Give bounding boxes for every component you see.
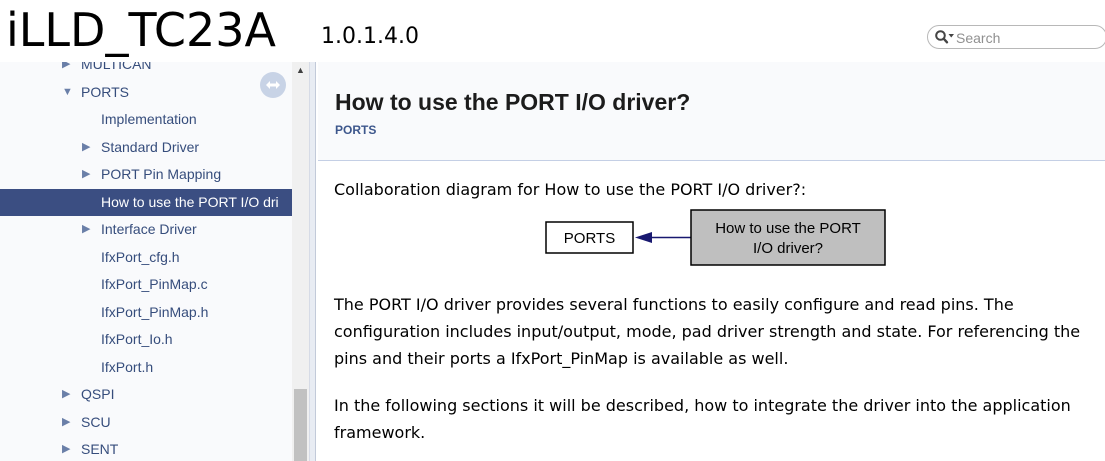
sidebar-item-label: PORT Pin Mapping [101,166,222,182]
sidebar-item-ifxport-cfg-h[interactable]: IfxPort_cfg.h [0,244,292,271]
project-name: iLLD_TC23A [6,3,276,57]
sidebar-item-label: SENT [81,441,119,457]
project-version: 1.0.1.4.0 [321,24,419,49]
page-title: How to use the PORT I/O driver? [335,89,691,115]
diagram-node-ports[interactable]: PORTS [545,221,634,254]
description-paragraph: The PORT I/O driver provides several fun… [334,295,1081,368]
search-icon[interactable] [934,29,956,45]
sync-icon[interactable] [258,70,288,100]
doc-content: How to use the PORT I/O driver? PORTS Co… [318,62,1105,461]
expand-arrow-icon[interactable]: ▶ [82,134,90,161]
sidebar-item-label: Standard Driver [101,139,200,155]
diagram-arrowhead [635,232,652,243]
expand-arrow-icon[interactable]: ▶ [82,216,90,243]
expand-arrow-icon[interactable]: ▶ [62,436,70,461]
top-header: iLLD_TC23A 1.0.1.4.0 [0,0,1105,62]
sidebar-item-standard-driver[interactable]: ▶ Standard Driver [0,134,292,161]
nav-tree: ▶ MULTICAN ▼ PORTS Implementation ▶ Stan… [0,62,292,461]
sync-toc-button[interactable] [258,70,288,100]
expand-arrow-icon[interactable]: ▶ [62,381,70,408]
expand-arrow-icon[interactable]: ▶ [82,161,90,188]
sidebar-item-ports[interactable]: ▼ PORTS [0,79,292,106]
sidebar-item-ifxport-io-h[interactable]: IfxPort_Io.h [0,326,292,353]
search-input[interactable] [956,28,1096,47]
scroll-up-arrow-icon[interactable]: ▲ [296,66,305,75]
sidebar-item-label: IfxPort_Io.h [101,331,173,347]
diagram-node-label-line1: How to use the PORT [715,220,861,237]
sidebar-item-multican[interactable]: ▶ MULTICAN [0,62,292,78]
sidebar-splitter-handle[interactable] [309,62,316,461]
sidebar-item-label: IfxPort_cfg.h [101,249,180,265]
doc-header: How to use the PORT I/O driver? PORTS [318,62,1105,161]
search-box[interactable] [927,25,1105,49]
sidebar-item-label: PORTS [81,84,129,100]
sidebar-item-port-pin-mapping[interactable]: ▶ PORT Pin Mapping [0,161,292,188]
expand-arrow-icon[interactable]: ▶ [62,62,70,78]
sidebar-item-sent[interactable]: ▶ SENT [0,436,292,461]
sidebar-item-label: IfxPort_PinMap.h [101,304,209,320]
scrollbar-thumb[interactable] [294,389,307,461]
sidebar-item-ifxport-pinmap-h[interactable]: IfxPort_PinMap.h [0,299,292,326]
sidebar-item-qspi[interactable]: ▶ QSPI [0,381,292,408]
sidebar-item-label: How to use the PORT I/O dri [101,194,279,210]
collaboration-caption: Collaboration diagram for How to use the… [334,180,807,199]
sidebar-item-label: MULTICAN [81,62,152,72]
sidebar-item-interface-driver[interactable]: ▶ Interface Driver [0,216,292,243]
collapse-arrow-icon[interactable]: ▼ [62,79,73,106]
sidebar-item-label: Implementation [101,111,197,127]
sidebar-item-ifxport-h[interactable]: IfxPort.h [0,354,292,381]
collaboration-diagram: PORTS How to use the PORT I/O driver? [545,209,886,266]
sidebar-scrollbar[interactable]: ▲ [292,62,309,461]
sidebar-item-implementation[interactable]: Implementation [0,106,292,133]
expand-arrow-icon[interactable]: ▶ [62,409,70,436]
diagram-node-ports-label: PORTS [564,230,615,247]
sidebar-item-label: QSPI [81,386,115,402]
sidebar-item-label: IfxPort.h [101,359,154,375]
diagram-node-how-to-use: How to use the PORT I/O driver? [690,209,886,266]
description-paragraph: In the following sections it will be des… [334,396,1071,442]
ingroup-link[interactable]: PORTS [335,123,376,137]
sidebar-item-label: IfxPort_PinMap.c [101,276,208,292]
sidebar: ▶ MULTICAN ▼ PORTS Implementation ▶ Stan… [0,62,316,461]
sidebar-item-how-to-use-port-io[interactable]: How to use the PORT I/O dri [0,189,292,216]
sidebar-item-scu[interactable]: ▶ SCU [0,409,292,436]
sidebar-item-ifxport-pinmap-c[interactable]: IfxPort_PinMap.c [0,271,292,298]
sidebar-item-label: Interface Driver [101,221,197,237]
sidebar-item-label: SCU [81,414,111,430]
diagram-node-label-line2: I/O driver? [753,240,823,257]
